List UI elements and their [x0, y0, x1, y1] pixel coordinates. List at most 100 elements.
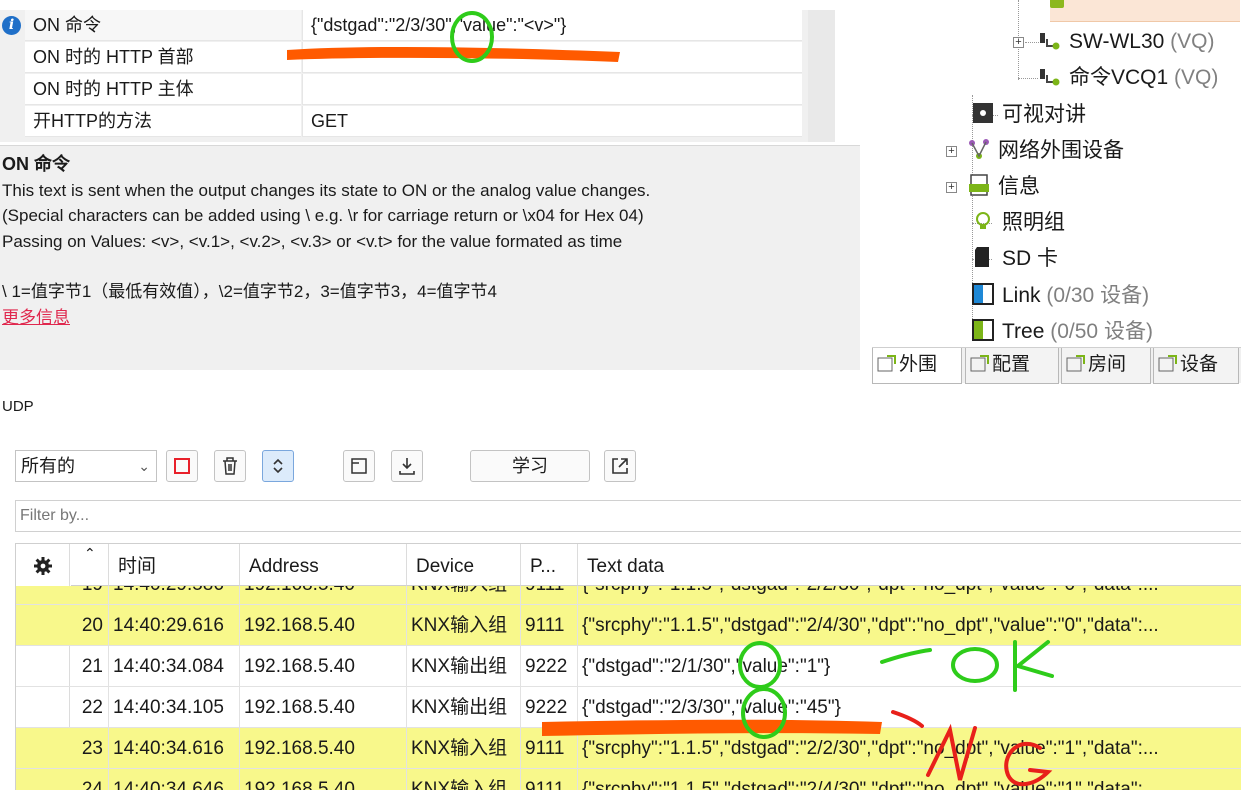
cell-index: 23	[71, 728, 109, 769]
open-file-button[interactable]	[343, 450, 375, 482]
cell-port: 9111	[521, 605, 578, 646]
gear-icon[interactable]	[33, 556, 53, 576]
chevron-down-icon: ⌄	[138, 458, 150, 474]
prop-row-http-header[interactable]: ON 时的 HTTP 首部	[0, 42, 835, 73]
tab-config[interactable]: 配置	[965, 348, 1059, 384]
cell-device: KNX输入组	[407, 586, 521, 605]
tab-icon	[1066, 355, 1085, 372]
prop-row-http-body[interactable]: ON 时的 HTTP 主体	[0, 74, 835, 105]
clear-button[interactable]	[214, 450, 246, 482]
cell-address: 192.168.5.40	[240, 586, 407, 605]
expand-icon[interactable]: +	[946, 146, 957, 157]
tree-item-tree[interactable]: Tree (0/50 设备)	[972, 314, 1153, 350]
udp-log-table: ⌃ 时间 Address Device P... Text data 1914:…	[15, 543, 1241, 790]
stop-button[interactable]	[166, 450, 198, 482]
sd-card-icon	[975, 247, 989, 267]
prop-value-input[interactable]	[302, 74, 802, 105]
filter-select[interactable]: 所有的 ⌄	[15, 450, 157, 482]
tree-icon	[972, 319, 994, 341]
cell-port: 9111	[521, 769, 578, 790]
clipped-tree-item	[1050, 0, 1240, 22]
expand-icon[interactable]: +	[1013, 37, 1024, 48]
popout-button[interactable]	[604, 450, 636, 482]
property-grid: i ON 命令 {"dstgad":"2/3/30","value":"<v>"…	[0, 10, 835, 142]
download-icon	[399, 458, 415, 475]
tree-item-sw-wl30[interactable]: SW-WL30 (VQ)	[1039, 24, 1214, 60]
column-header-index[interactable]: ⌃	[71, 544, 109, 586]
cell-port: 9111	[521, 586, 578, 605]
external-window-icon	[612, 458, 628, 474]
cell-index: 24	[71, 769, 109, 790]
download-button[interactable]	[391, 450, 423, 482]
tree-item-link[interactable]: Link (0/30 设备)	[972, 278, 1149, 314]
cell-address: 192.168.5.40	[240, 646, 407, 687]
prop-name: ON 命令	[25, 10, 301, 41]
cell-text-data: {"dstgad":"2/1/30","value":"1"}	[578, 646, 1241, 687]
tree-item-sd-card[interactable]: SD 卡	[972, 241, 1058, 277]
column-header-port[interactable]: P...	[521, 544, 578, 586]
prop-row-http-method[interactable]: 开HTTP的方法 GET	[0, 106, 835, 137]
expand-icon[interactable]: +	[946, 182, 957, 193]
tree-item-intercom[interactable]: 可视对讲	[972, 97, 1086, 133]
tree-item-info[interactable]: 信息	[968, 169, 1040, 205]
table-row[interactable]: 24 14:40:34.646 192.168.5.40 KNX输入组 9111 {"sr…	[16, 769, 1241, 790]
cell-address: 192.168.5.40	[240, 687, 407, 728]
cell-time: 14:40:29.586	[109, 586, 240, 605]
cell-device: KNX输入组	[407, 769, 521, 790]
cell-index: 21	[71, 646, 109, 687]
scroll-arrows-icon	[273, 458, 283, 474]
prop-name: ON 时的 HTTP 首部	[25, 42, 301, 73]
prop-value-select[interactable]: GET	[302, 106, 802, 137]
cell-text-data: {"dstgad":"2/3/30","value":"45"}	[578, 687, 1241, 728]
tree-item-lighting[interactable]: 照明组	[972, 205, 1065, 241]
cell-time: 14:40:29.616	[109, 605, 240, 646]
cell-time: 14:40:34.105	[109, 687, 240, 728]
property-grid-scrollbar[interactable]	[808, 10, 835, 142]
device-tree: + SW-WL30 (VQ) 命令VCQ1 (VQ) 可视对讲 + 网络外围设备…	[872, 0, 1241, 346]
table-row[interactable]: 1914:40:29.586192.168.5.40KNX输入组9111{"sr…	[16, 586, 1241, 605]
description-title: ON 命令	[2, 154, 71, 174]
network-icon	[969, 139, 989, 159]
prop-value-input[interactable]	[302, 42, 802, 73]
table-row[interactable]: 23 14:40:34.616 192.168.5.40 KNX输入组 9111 {"sr…	[16, 728, 1241, 769]
prop-row-on-command[interactable]: i ON 命令 {"dstgad":"2/3/30","value":"<v>"…	[0, 10, 835, 41]
tree-item-network[interactable]: 网络外围设备	[968, 133, 1124, 169]
cell-device: KNX输入组	[407, 728, 521, 769]
tab-devices[interactable]: 设备	[1153, 348, 1239, 384]
info-icon: i	[2, 16, 21, 35]
column-header-address[interactable]: Address	[240, 544, 407, 586]
stop-icon	[174, 458, 190, 474]
table-row[interactable]: 21 14:40:34.084 192.168.5.40 KNX输出组 9222 {"ds…	[16, 646, 1241, 687]
column-header-text-data[interactable]: Text data	[578, 544, 1241, 586]
description-line: (Special characters can be added using \…	[2, 206, 644, 225]
cell-time: 14:40:34.616	[109, 728, 240, 769]
cell-port: 9222	[521, 646, 578, 687]
description-line: Passing on Values: <v>, <v.1>, <v.2>, <v…	[2, 231, 623, 251]
column-header-time[interactable]: 时间	[109, 544, 240, 586]
tab-peripherals[interactable]: 外围	[872, 348, 962, 384]
cell-time: 14:40:34.084	[109, 646, 240, 687]
cell-index: 22	[71, 687, 109, 728]
bulb-icon	[976, 212, 990, 229]
intercom-icon	[973, 103, 993, 123]
tab-icon	[877, 355, 896, 372]
table-row[interactable]: 22 14:40:34.105 192.168.5.40 KNX输出组 9222 {"ds…	[16, 687, 1241, 728]
more-info-link[interactable]: 更多信息	[2, 305, 860, 331]
tab-rooms[interactable]: 房间	[1061, 348, 1151, 384]
cell-text-data: {"srcphy":"1.1.5","dstgad":"2/2/30","dpt…	[578, 586, 1241, 605]
tree-item-vcq1[interactable]: 命令VCQ1 (VQ)	[1039, 60, 1218, 96]
learn-button[interactable]: 学习	[470, 450, 590, 482]
prop-value-input[interactable]: {"dstgad":"2/3/30","value":"<v>"}	[302, 10, 802, 41]
cell-port: 9111	[521, 728, 578, 769]
cell-device: KNX输出组	[407, 687, 521, 728]
column-header-device[interactable]: Device	[407, 544, 521, 586]
table-row[interactable]: 20 14:40:29.616 192.168.5.40 KNX输入组 9111 {"sr…	[16, 605, 1241, 646]
autoscroll-button[interactable]	[262, 450, 294, 482]
description-bytes-line: \ 1=值字节1（最低有效值），\2=值字节2，3=值字节3，4=值字节4	[2, 282, 498, 301]
tab-icon	[1158, 355, 1177, 372]
prop-name: 开HTTP的方法	[25, 106, 301, 137]
cell-device: KNX输入组	[407, 605, 521, 646]
filter-input[interactable]: Filter by...	[15, 500, 1241, 532]
cell-text-data: {"srcphy":"1.1.5","dstgad":"2/4/30","dpt…	[578, 605, 1241, 646]
sort-up-icon: ⌃	[84, 545, 96, 561]
